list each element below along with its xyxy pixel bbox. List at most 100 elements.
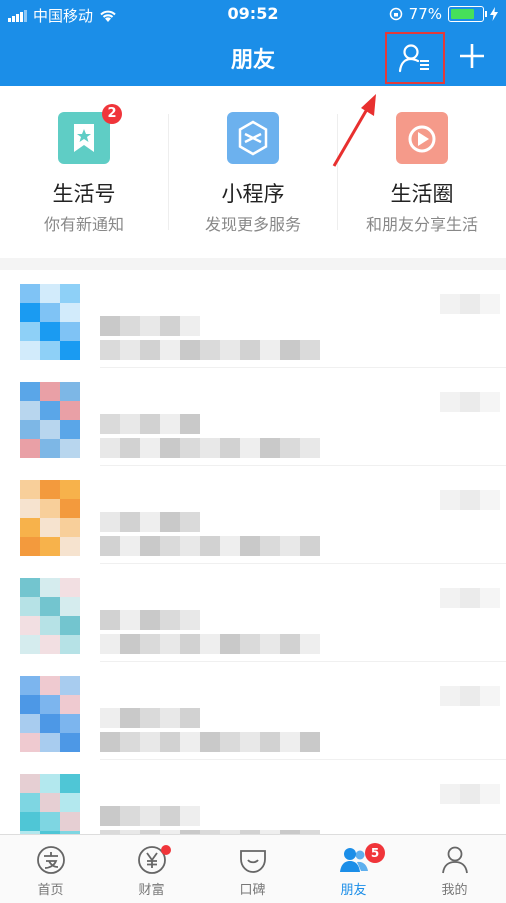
redacted-text (280, 340, 300, 360)
service-name: 小程序 (221, 182, 285, 206)
redacted-text (120, 634, 140, 654)
redacted-time (440, 490, 460, 510)
redacted-text (100, 340, 120, 360)
redacted-text (160, 316, 180, 336)
redacted-text (140, 634, 160, 654)
redacted-text (300, 634, 320, 654)
redacted-text (100, 610, 120, 630)
tab-home[interactable]: 首页 (0, 835, 101, 903)
list-item[interactable] (0, 760, 506, 834)
redacted-text (180, 634, 200, 654)
avatar (20, 578, 80, 654)
redacted-text (160, 438, 180, 458)
redacted-text (180, 536, 200, 556)
redacted-text (220, 634, 240, 654)
tab-wealth[interactable]: 财富 (101, 835, 202, 903)
redacted-text (200, 340, 220, 360)
redacted-text (260, 438, 280, 458)
avatar (20, 382, 80, 458)
redacted-text (220, 438, 240, 458)
redacted-text (160, 708, 180, 728)
redacted-time (480, 784, 500, 804)
avatar (20, 774, 80, 834)
tab-label: 朋友 (340, 883, 367, 898)
plus-icon (460, 44, 484, 68)
redacted-text (220, 340, 240, 360)
list-item[interactable] (0, 270, 506, 368)
redacted-text (140, 512, 160, 532)
redacted-text (180, 340, 200, 360)
redacted-text (200, 438, 220, 458)
redacted-time (480, 392, 500, 412)
charging-icon (490, 7, 498, 21)
service-subtitle: 和朋友分享生活 (365, 215, 478, 234)
list-item[interactable] (0, 466, 506, 564)
redacted-time (440, 588, 460, 608)
redacted-text (240, 438, 260, 458)
add-button[interactable] (452, 36, 492, 76)
redacted-text (100, 512, 120, 532)
redacted-text (120, 512, 140, 532)
service-mini-program[interactable]: 小程序 发现更多服务 (169, 86, 337, 258)
status-bar: 中国移动 09:52 77% (0, 0, 506, 28)
redacted-text (180, 610, 200, 630)
battery-percent: 77% (408, 5, 442, 23)
redacted-text (100, 806, 120, 826)
play-circle-icon (396, 112, 448, 164)
redacted-text (100, 316, 120, 336)
avatar (20, 676, 80, 752)
redacted-time (460, 784, 480, 804)
service-lifestyle-account[interactable]: 2 生活号 你有新通知 (0, 86, 168, 258)
redacted-text (160, 536, 180, 556)
tab-badge: 5 (365, 843, 385, 863)
redacted-time (480, 490, 500, 510)
redacted-text (300, 536, 320, 556)
redacted-text (300, 732, 320, 752)
redacted-text (140, 708, 160, 728)
service-subtitle: 你有新通知 (43, 215, 124, 234)
tab-bar: 首页 财富 口碑 5 朋友 我的 (0, 834, 506, 903)
redacted-text (240, 536, 260, 556)
redacted-time (480, 294, 500, 314)
redacted-text (100, 414, 120, 434)
redacted-time (480, 686, 500, 706)
redacted-text (140, 316, 160, 336)
status-right: 77% (389, 5, 498, 23)
koubei-icon (240, 850, 266, 873)
redacted-text (200, 634, 220, 654)
redacted-text (100, 438, 120, 458)
redacted-text (160, 610, 180, 630)
redacted-text (180, 806, 200, 826)
contacts-button[interactable] (385, 32, 445, 84)
redacted-text (120, 414, 140, 434)
tab-friends[interactable]: 5 朋友 (303, 835, 404, 903)
redacted-text (120, 806, 140, 826)
contacts-list-icon (398, 44, 429, 73)
redacted-text (140, 536, 160, 556)
redacted-text (280, 438, 300, 458)
list-item[interactable] (0, 368, 506, 466)
list-item[interactable] (0, 564, 506, 662)
redacted-text (140, 610, 160, 630)
annotation-arrow-icon (332, 94, 376, 167)
redacted-time (460, 490, 480, 510)
redacted-time (480, 588, 500, 608)
tab-label: 首页 (37, 883, 64, 898)
avatar (20, 480, 80, 556)
redacted-text (120, 316, 140, 336)
redacted-text (260, 340, 280, 360)
tab-mine[interactable]: 我的 (404, 835, 505, 903)
tab-koubei[interactable]: 口碑 (202, 835, 303, 903)
redacted-text (140, 340, 160, 360)
redacted-text (140, 438, 160, 458)
redacted-text (160, 806, 180, 826)
redacted-text (100, 634, 120, 654)
tab-label: 财富 (138, 883, 165, 898)
redacted-time (460, 294, 480, 314)
redacted-time (440, 686, 460, 706)
redacted-text (220, 732, 240, 752)
redacted-time (460, 686, 480, 706)
list-item[interactable] (0, 662, 506, 760)
redacted-text (180, 732, 200, 752)
redacted-text (180, 316, 200, 336)
